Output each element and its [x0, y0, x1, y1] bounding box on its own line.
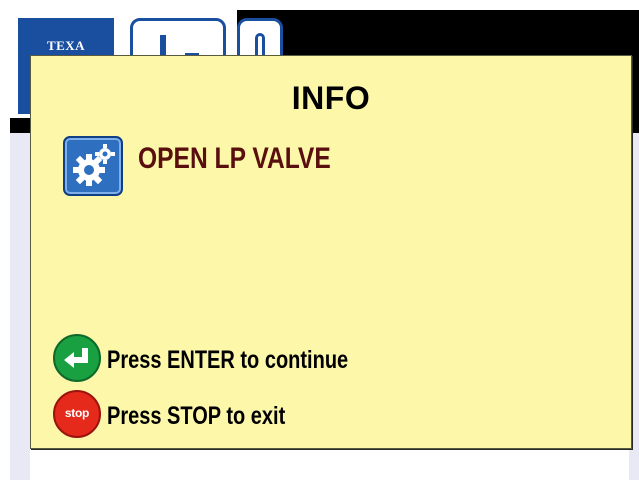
enter-arrow-icon[interactable]: [53, 334, 101, 382]
dialog-title: INFO: [291, 80, 371, 116]
stop-hint: stop Press STOP to exit: [53, 390, 613, 438]
stop-hint-text: Press STOP to exit: [107, 402, 286, 430]
enter-hint-text: Press ENTER to continue: [107, 346, 349, 374]
stop-icon[interactable]: stop: [53, 390, 101, 438]
enter-hint: Press ENTER to continue: [53, 334, 613, 382]
screen: TEXA INFO OPEN LP VALVE Press ENTER to c…: [0, 0, 639, 480]
info-dialog: INFO OPEN LP VALVE Press ENTER to contin…: [30, 55, 632, 449]
stop-icon-label: stop: [64, 406, 90, 420]
main-panel-footer: [30, 448, 629, 480]
gears-icon: [63, 136, 123, 196]
dialog-message: OPEN LP VALVE: [138, 142, 331, 175]
brand-logo-text: TEXA: [46, 38, 86, 53]
